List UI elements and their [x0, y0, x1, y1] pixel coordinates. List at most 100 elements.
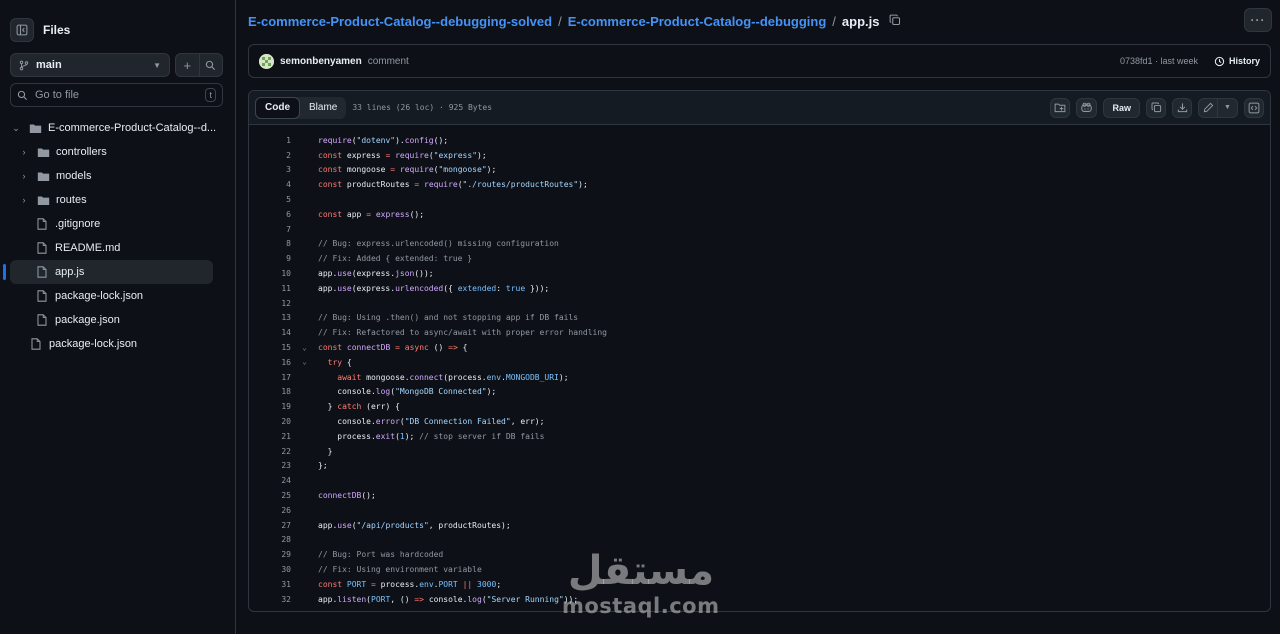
line-number[interactable]: 24 [249, 476, 291, 485]
line-number[interactable]: 12 [249, 299, 291, 308]
raw-button[interactable]: Raw [1103, 97, 1140, 118]
search-button[interactable] [198, 54, 223, 76]
tree-file[interactable]: .gitignore [0, 212, 236, 236]
tree-file[interactable]: README.md [0, 236, 236, 260]
line-number[interactable]: 32 [249, 595, 291, 604]
line-number[interactable]: 13 [249, 313, 291, 322]
line-number[interactable]: 6 [249, 210, 291, 219]
copy-path-button[interactable] [889, 14, 901, 29]
line-number[interactable]: 10 [249, 269, 291, 278]
code-line: 2 const express = require("express"); [249, 148, 1270, 163]
line-number[interactable]: 4 [249, 180, 291, 189]
code-token: (); [433, 135, 449, 145]
edit-button[interactable] [1198, 97, 1218, 118]
breadcrumb-folder-link[interactable]: E-commerce-Product-Catalog--debugging [568, 14, 827, 29]
branch-selector[interactable]: main ▼ [10, 53, 170, 77]
history-button[interactable]: History [1214, 56, 1260, 67]
code-token: await [337, 372, 362, 382]
line-number[interactable]: 21 [249, 432, 291, 441]
edit-group: ▼ [1198, 97, 1238, 118]
line-number[interactable]: 5 [249, 195, 291, 204]
line-number[interactable]: 20 [249, 417, 291, 426]
add-file-button[interactable]: + [176, 54, 199, 76]
folder-icon [37, 147, 49, 157]
code-line: 17 await mongoose.connect(process.env.MO… [249, 370, 1270, 385]
search-icon [206, 60, 216, 70]
commit-hash-time[interactable]: 0738fd1 · last week [1120, 56, 1198, 66]
line-number[interactable]: 2 [249, 151, 291, 160]
line-number[interactable]: 15 [249, 343, 291, 352]
copy-raw-button[interactable] [1146, 97, 1166, 118]
git-branch-icon [19, 60, 29, 70]
line-number[interactable]: 7 [249, 225, 291, 234]
line-number[interactable]: 1 [249, 136, 291, 145]
tree-file[interactable]: package.json [0, 308, 236, 332]
tree-folder[interactable]: › controllers [0, 140, 236, 164]
code-token: productRoutes [342, 180, 415, 190]
code-token: ); [558, 372, 569, 382]
line-number[interactable]: 17 [249, 373, 291, 382]
line-number[interactable]: 30 [249, 565, 291, 574]
code-text: // Bug: Port was hardcoded [318, 550, 443, 559]
history-label: History [1228, 56, 1260, 66]
edit-options-dropdown[interactable]: ▼ [1218, 97, 1238, 118]
search-icon [17, 90, 28, 100]
line-number[interactable]: 27 [249, 521, 291, 530]
symbols-panel-button[interactable] [1244, 97, 1264, 118]
file-icon [37, 266, 47, 278]
folder-icon-wrap [36, 146, 50, 158]
code-token: console. [318, 387, 376, 397]
download-button[interactable] [1172, 97, 1192, 118]
chevron-right-icon[interactable]: › [18, 147, 30, 157]
code-token: ()); [414, 269, 434, 279]
line-number[interactable]: 23 [249, 461, 291, 470]
avatar[interactable] [259, 53, 274, 69]
line-number[interactable]: 19 [249, 402, 291, 411]
copilot-button[interactable] [1076, 97, 1098, 118]
tree-file[interactable]: package-lock.json [0, 332, 236, 356]
breadcrumb: E-commerce-Product-Catalog--debugging-so… [248, 13, 901, 29]
code-line: 13 // Bug: Using .then() and not stopping… [249, 311, 1270, 326]
collapse-sidebar-button[interactable] [10, 18, 34, 42]
file-icon [37, 218, 47, 230]
line-number[interactable]: 26 [249, 506, 291, 515]
tree-folder[interactable]: ⌄ E-commerce-Product-Catalog--d... [0, 116, 236, 140]
line-number[interactable]: 25 [249, 491, 291, 500]
line-number[interactable]: 14 [249, 328, 291, 337]
file-icon-wrap [35, 290, 49, 302]
commit-author[interactable]: semonbenyamen [280, 56, 362, 67]
line-number[interactable]: 8 [249, 239, 291, 248]
chevron-right-icon[interactable]: › [18, 195, 30, 205]
tree-folder[interactable]: › routes [0, 188, 236, 212]
tree-folder[interactable]: › models [0, 164, 236, 188]
chevron-down-icon[interactable]: ⌄ [10, 123, 22, 134]
code-token: env [486, 372, 502, 382]
line-number[interactable]: 11 [249, 284, 291, 293]
fold-chevron-icon[interactable]: ⌄ [291, 344, 318, 352]
line-number[interactable]: 31 [249, 580, 291, 589]
tree-item-label: E-commerce-Product-Catalog--d... [48, 122, 217, 134]
line-number[interactable]: 16 [249, 358, 291, 367]
line-number[interactable]: 18 [249, 387, 291, 396]
tree-file[interactable]: app.js [3, 260, 213, 284]
commit-message[interactable]: comment [368, 56, 409, 67]
line-number[interactable]: 9 [249, 254, 291, 263]
line-number[interactable]: 3 [249, 165, 291, 174]
line-number[interactable]: 28 [249, 535, 291, 544]
code-token: // Fix: Refactored to async/await with p… [318, 328, 607, 338]
go-to-file-input[interactable]: Go to file t [10, 83, 223, 107]
file-icon-wrap [35, 314, 49, 326]
code-view[interactable]: 1 require("dotenv").config(); 2 const expre… [249, 125, 1270, 607]
line-number[interactable]: 22 [249, 447, 291, 456]
code-text: const productRoutes = require("./routes/… [318, 180, 588, 189]
breadcrumb-repo-link[interactable]: E-commerce-Product-Catalog--debugging-so… [248, 14, 552, 29]
sidebar-title: Files [43, 23, 71, 37]
tree-file[interactable]: package-lock.json [0, 284, 236, 308]
copilot-folder-button[interactable] [1050, 97, 1071, 118]
fold-chevron-icon[interactable]: ⌄ [291, 358, 318, 366]
line-number[interactable]: 29 [249, 550, 291, 559]
chevron-right-icon[interactable]: › [18, 171, 30, 181]
tab-code[interactable]: Code [255, 96, 300, 119]
tab-blame[interactable]: Blame [300, 97, 346, 119]
more-options-button[interactable]: ··· [1244, 8, 1272, 32]
